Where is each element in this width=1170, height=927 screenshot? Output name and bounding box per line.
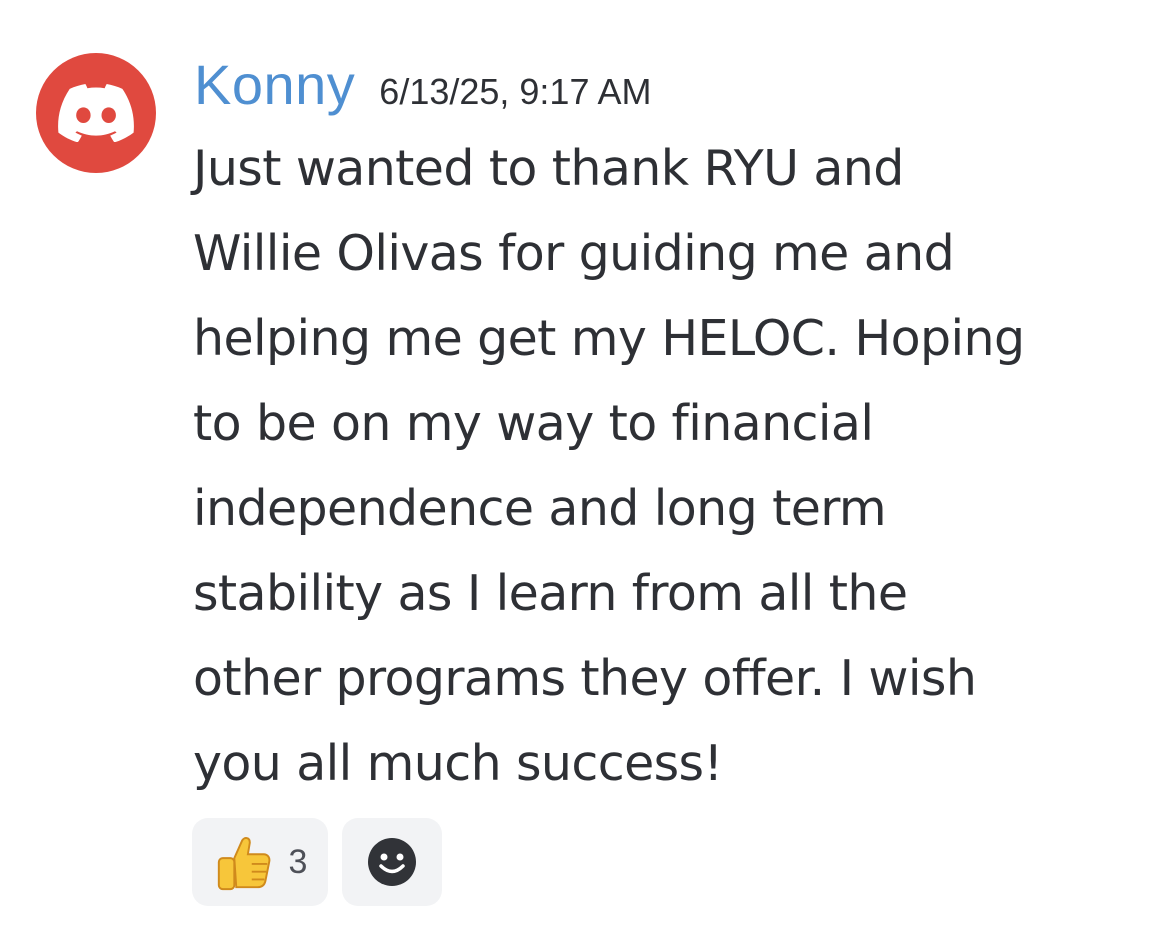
message-line: to be on my way to financial (193, 395, 874, 452)
message-header: Konny 6/13/25, 9:17 AM (194, 52, 652, 122)
message-line: you all much success! (193, 735, 723, 792)
message-line: stability as I learn from all the (193, 565, 908, 622)
discord-logo-icon (58, 84, 134, 142)
thumbs-up-icon (217, 837, 270, 891)
message-line: other programs they offer. I wish (193, 650, 977, 707)
smiley-face-icon (368, 838, 416, 886)
message-content: Just wanted to thank RYU and Willie Oliv… (193, 126, 1143, 806)
thumbs-up-reaction[interactable]: 3 (192, 818, 328, 906)
message-line: independence and long term (193, 480, 887, 537)
message-line: Just wanted to thank RYU and (193, 140, 904, 197)
reaction-count: 3 (288, 842, 308, 881)
message-timestamp: 6/13/25, 9:17 AM (379, 71, 652, 112)
reactions-bar: 3 (192, 818, 442, 906)
user-avatar[interactable] (36, 53, 156, 173)
message-line: helping me get my HELOC. Hoping (193, 310, 1025, 367)
add-reaction-button[interactable] (342, 818, 442, 906)
chat-message: Konny 6/13/25, 9:17 AM Just wanted to th… (0, 0, 1170, 927)
author-name[interactable]: Konny (194, 52, 355, 117)
message-line: Willie Olivas for guiding me and (193, 225, 955, 282)
